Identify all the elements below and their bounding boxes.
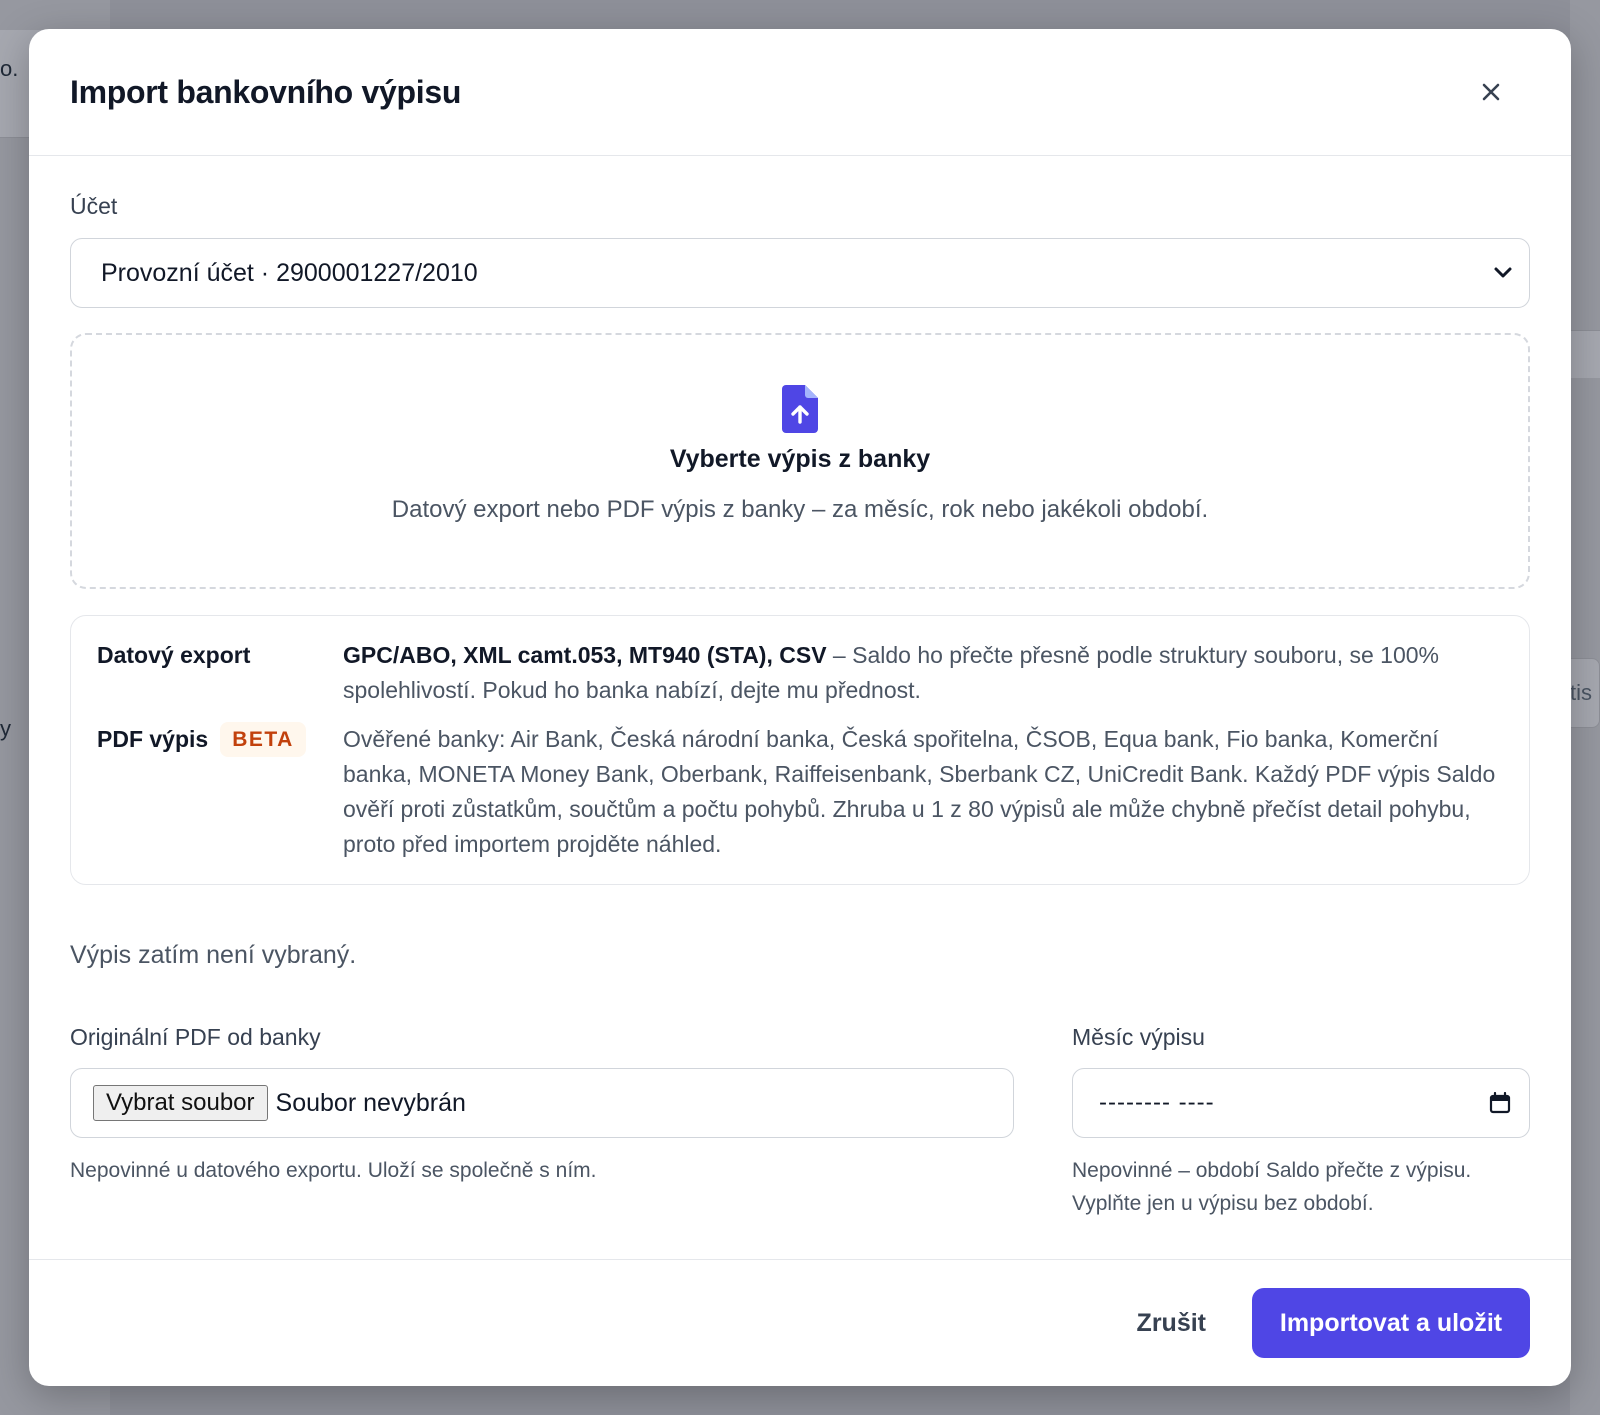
month-field-hint: Nepovinné – období Saldo přečte z výpisu… [1072,1154,1530,1220]
modal-footer: Zrušit Importovat a uložit [29,1259,1571,1386]
pdf-field-label: Originální PDF od banky [70,1024,321,1050]
background-text-fragment: y [0,716,11,741]
cancel-button[interactable]: Zrušit [1137,1309,1206,1338]
dropzone-subtitle: Datový export nebo PDF výpis z banky – z… [391,496,1209,523]
account-select[interactable]: Provozní účet · 2900001227/2010 [70,238,1530,308]
file-dropzone[interactable]: Vyberte výpis z banky Datový export nebo… [70,333,1530,589]
info-desc-pdf: Ověřené banky: Air Bank, Česká národní b… [343,726,1496,857]
month-input-placeholder: -------- ---- [1099,1089,1215,1116]
calendar-icon[interactable] [1489,1092,1511,1114]
selection-status: Výpis zatím není vybraný. [70,941,357,969]
pdf-field-hint: Nepovinné u datového exportu. Uloží se s… [70,1159,597,1182]
account-label: Účet [70,193,118,219]
background-text-fragment: tis [1570,680,1592,705]
info-row-data-export: Datový export GPC/ABO, XML camt.053, MT9… [97,638,1503,708]
file-name-text: Soubor nevybrán [275,1088,466,1117]
dropzone-title: Vyberte výpis z banky [669,445,931,473]
pdf-file-input[interactable]: Vybrat soubor Soubor nevybrán [70,1068,1014,1138]
month-field: Měsíc výpisu -------- ---- Nepovinné – o… [1072,1024,1530,1220]
info-term-data-export: Datový export [97,638,343,708]
data-export-term: Datový export [97,642,251,668]
background-right-band [1570,330,1600,378]
close-icon [1482,83,1500,101]
month-input[interactable]: -------- ---- [1072,1068,1530,1138]
import-statement-modal: Import bankovního výpisu Účet Provozní ú… [29,29,1571,1386]
attachment-fields: Originální PDF od banky Vybrat soubor So… [70,1024,1530,1220]
pdf-field: Originální PDF od banky Vybrat soubor So… [70,1024,1014,1220]
info-row-pdf: PDF výpis BETA Ověřené banky: Air Bank, … [97,722,1503,862]
choose-file-button[interactable]: Vybrat soubor [93,1085,268,1121]
month-hint-line-1: Nepovinné – období Saldo přečte z výpisu… [1072,1159,1472,1182]
month-hint-line-2: Vyplňte jen u výpisu bez období. [1072,1192,1374,1215]
account-select-value: Provozní účet · 2900001227/2010 [101,258,478,287]
month-field-label: Měsíc výpisu [1072,1024,1205,1050]
modal-body: Účet Provozní účet · 2900001227/2010 Vyb… [29,193,1571,1220]
beta-badge: BETA [220,722,306,757]
modal-header: Import bankovního výpisu [29,29,1571,156]
import-and-save-button[interactable]: Importovat a uložit [1252,1288,1530,1358]
format-info-box: Datový export GPC/ABO, XML camt.053, MT9… [70,615,1530,885]
info-desc-data-export: GPC/ABO, XML camt.053, MT940 (STA), CSV … [343,638,1503,708]
close-button[interactable] [1471,72,1511,112]
info-term-pdf: PDF výpis BETA [97,722,343,862]
modal-title: Import bankovního výpisu [70,73,462,110]
chevron-down-icon [1494,267,1512,278]
data-export-formats: GPC/ABO, XML camt.053, MT940 (STA), CSV [343,642,827,668]
file-upload-icon [782,385,818,433]
pdf-term: PDF výpis [97,726,209,752]
background-text-fragment: o. [0,56,19,81]
